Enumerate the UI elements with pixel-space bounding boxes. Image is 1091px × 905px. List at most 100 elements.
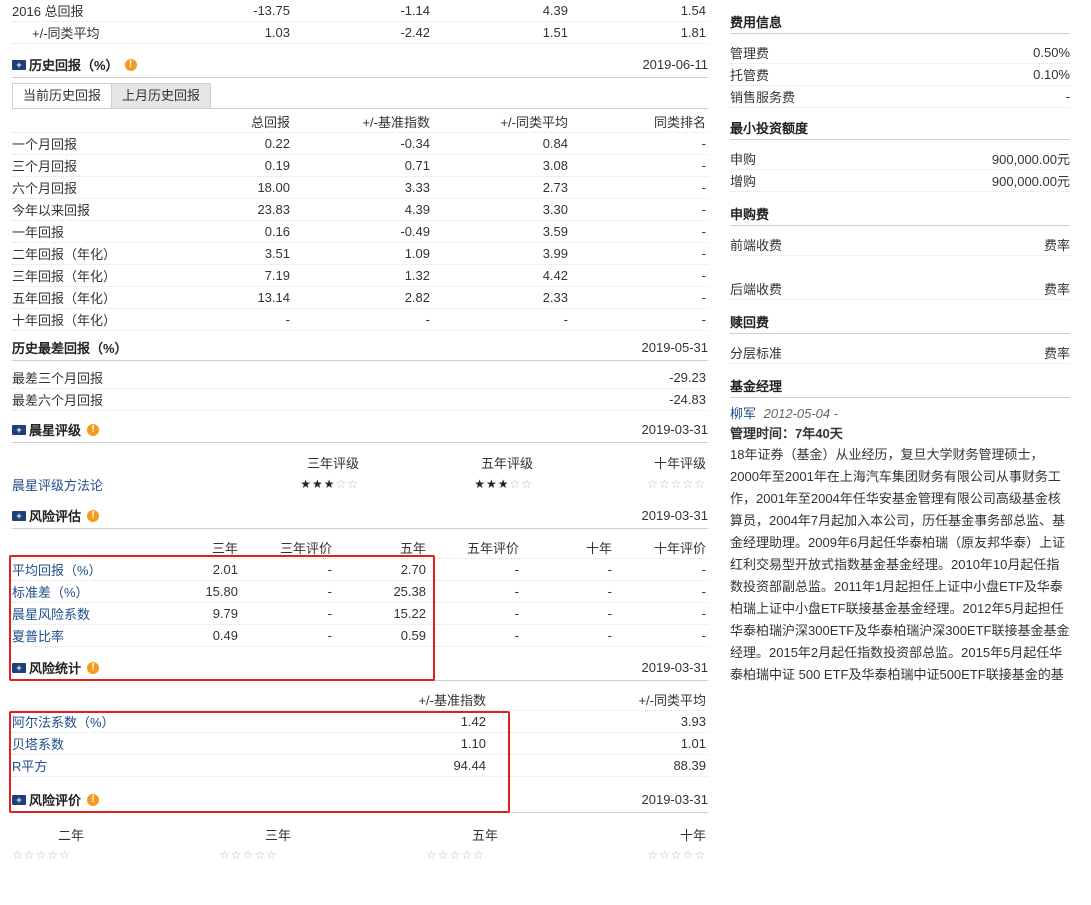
table-header: 三年评级 五年评级 十年评级 <box>306 455 706 471</box>
section-title: 历史最差回报（%） <box>12 341 128 356</box>
section-title: 风险评估 <box>29 509 82 524</box>
risk-metric-link[interactable]: 标准差（%） <box>12 582 142 601</box>
section-date: 2019-05-31 <box>641 340 709 355</box>
table-row: 夏普比率 0.49-0.59- - - <box>12 625 708 647</box>
table-header: 二年 三年 五年 十年 <box>57 827 706 843</box>
risk-assessment-table-body: 平均回报（%） 2.01-2.70- - - 标准差（%） 15.80-25.38- - - 晨… <box>12 559 708 647</box>
fee-row: 销售服务费 - <box>730 86 1070 108</box>
morningstar-rating-header: + 晨星评级 ! 2019-03-31 <box>12 417 708 443</box>
ten-year-rating-stars: ☆☆☆☆☆ <box>647 848 706 862</box>
expand-icon[interactable]: + <box>12 662 26 673</box>
expand-icon[interactable]: + <box>12 510 26 521</box>
fund-manager-header: 基金经理 <box>730 374 1070 398</box>
risk-rating-header: + 风险评价 ! 2019-03-31 <box>12 787 708 813</box>
filled-star-icon: ★★★ <box>300 477 336 491</box>
table-row: 一个月回报 0.22 -0.34 0.84- <box>12 133 708 155</box>
three-year-rating-stars: ☆☆☆☆☆ <box>219 848 278 862</box>
table-row: 阿尔法系数（%） 1.42 3.93 <box>12 711 708 733</box>
info-icon[interactable]: ! <box>87 793 100 806</box>
risk-statistics-header: + 风险统计 ! 2019-03-31 <box>12 655 708 681</box>
purchase-fee-row: 前端收费 费率 <box>730 234 1070 256</box>
manager-bio: 18年证券（基金）从业经历，复旦大学财务管理硕士，2000年至2001年在上海汽… <box>730 447 1070 682</box>
annual-return-rows: 2016 总回报 -13.75 -1.14 4.39 1.54 +/-同类平均 … <box>12 0 708 44</box>
table-row: +/-同类平均 1.03 -2.42 1.51 1.81 <box>12 22 708 44</box>
risk-statistics-table-body: 阿尔法系数（%） 1.42 3.93 贝塔系数 1.10 1.01 R平方 94.44 88.3… <box>12 711 708 777</box>
section-date: 2019-03-31 <box>641 792 709 807</box>
table-row: 今年以来回报 23.83 4.39 3.30- <box>12 199 708 221</box>
section-title: 申购费 <box>730 207 770 222</box>
table-row: 标准差（%） 15.80-25.38- - - <box>12 581 708 603</box>
left-column: 2016 总回报 -13.75 -1.14 4.39 1.54 +/-同类平均 … <box>12 0 708 865</box>
two-year-rating-stars: ☆☆☆☆☆ <box>12 848 71 862</box>
ten-year-rating-stars: ☆☆☆☆☆ <box>533 477 706 491</box>
info-icon[interactable]: ! <box>87 423 100 436</box>
history-return-header: + 历史回报（%） ! 2019-06-11 <box>12 52 708 78</box>
filled-star-icon: ★★★ <box>474 477 510 491</box>
three-year-rating-stars: ★★★☆☆ <box>182 477 359 491</box>
table-header: 三年 三年评价 五年 五年评价 十年 十年评价 <box>12 537 708 559</box>
risk-metric-link[interactable]: 平均回报（%） <box>12 560 142 579</box>
table-row: 贝塔系数 1.10 1.01 <box>12 733 708 755</box>
expand-icon[interactable]: + <box>12 424 26 435</box>
table-row: 晨星评级方法论 ★★★☆☆ ★★★☆☆ ☆☆☆☆☆ <box>12 473 708 495</box>
min-investment-row: 申购 900,000.00元 <box>730 148 1070 170</box>
tab-current-history[interactable]: 当前历史回报 <box>12 83 113 109</box>
manager-tenure: 管理时间：7年40天 <box>730 426 843 441</box>
table-row: 一年回报 0.16 -0.49 3.59- <box>12 221 708 243</box>
table-row: 最差六个月回报 -24.83 <box>12 389 708 411</box>
section-title: 基金经理 <box>730 379 783 394</box>
min-investment-header: 最小投资额度 <box>730 116 1070 140</box>
section-title: 历史回报（%） <box>29 58 119 73</box>
empty-star-icon: ☆☆☆☆☆ <box>647 477 706 491</box>
risk-stat-link[interactable]: 贝塔系数 <box>12 734 212 753</box>
info-icon[interactable]: ! <box>87 661 100 674</box>
section-title: 风险评价 <box>29 793 82 808</box>
fee-row: 管理费 0.50% <box>730 42 1070 64</box>
expand-icon[interactable]: + <box>12 59 26 70</box>
rating-methodology-link[interactable]: 晨星评级方法论 <box>12 475 182 494</box>
table-row: 晨星风险系数 9.79-15.22- - - <box>12 603 708 625</box>
worst-return-header: 历史最差回报（%） 2019-05-31 <box>12 335 708 361</box>
table-header: +/-基准指数 +/-同类平均 <box>12 689 708 711</box>
purchase-fee-header: 申购费 <box>730 202 1070 226</box>
expand-icon[interactable]: + <box>12 794 26 805</box>
five-year-rating-stars: ★★★☆☆ <box>359 477 533 491</box>
section-title: 赎回费 <box>730 315 770 330</box>
manager-name-link[interactable]: 柳军 <box>730 406 756 421</box>
tab-last-month-history[interactable]: 上月历史回报 <box>111 83 212 109</box>
empty-star-icon: ☆☆ <box>335 477 359 491</box>
purchase-fee-row: 后端收费 费率 <box>730 278 1070 300</box>
section-title: 晨星评级 <box>29 423 82 438</box>
section-title: 费用信息 <box>730 15 783 30</box>
right-column: 费用信息 管理费 0.50% 托管费 0.10% 销售服务费 - 最小投资额度 申购 9… <box>730 0 1070 684</box>
risk-stat-link[interactable]: R平方 <box>12 756 212 775</box>
section-date: 2019-06-11 <box>642 57 708 72</box>
risk-metric-link[interactable]: 晨星风险系数 <box>12 604 142 623</box>
table-row: 平均回报（%） 2.01-2.70- - - <box>12 559 708 581</box>
manager-start-date: 2012-05-04 - <box>763 406 839 421</box>
table-row: ☆☆☆☆☆ ☆☆☆☆☆ ☆☆☆☆☆ ☆☆☆☆☆ <box>12 845 708 865</box>
table-row: 十年回报（年化） - - - - <box>12 309 708 331</box>
risk-metric-link[interactable]: 夏普比率 <box>12 626 142 645</box>
info-icon[interactable]: ! <box>124 58 137 71</box>
table-row: 三年回报（年化） 7.19 1.32 4.42- <box>12 265 708 287</box>
table-row: 三个月回报 0.19 0.71 3.08- <box>12 155 708 177</box>
fee-row: 托管费 0.10% <box>730 64 1070 86</box>
risk-assessment-header: + 风险评估 ! 2019-03-31 <box>12 503 708 529</box>
section-title: 最小投资额度 <box>730 121 809 136</box>
table-row: 六个月回报 18.00 3.33 2.73- <box>12 177 708 199</box>
info-icon[interactable]: ! <box>87 509 100 522</box>
section-date: 2019-03-31 <box>641 508 709 523</box>
five-year-rating-stars: ☆☆☆☆☆ <box>426 848 485 862</box>
section-date: 2019-03-31 <box>641 660 709 675</box>
history-tabs: 当前历史回报 上月历史回报 <box>12 83 708 109</box>
risk-stat-link[interactable]: 阿尔法系数（%） <box>12 712 212 731</box>
empty-star-icon: ☆☆ <box>509 477 533 491</box>
redemption-fee-row: 分层标准 费率 <box>730 342 1070 364</box>
section-title: 风险统计 <box>29 661 82 676</box>
min-investment-row: 增购 900,000.00元 <box>730 170 1070 192</box>
section-date: 2019-03-31 <box>641 422 709 437</box>
table-row: 五年回报（年化） 13.14 2.82 2.33- <box>12 287 708 309</box>
fees-header: 费用信息 <box>730 10 1070 34</box>
table-row: 最差三个月回报 -29.23 <box>12 367 708 389</box>
